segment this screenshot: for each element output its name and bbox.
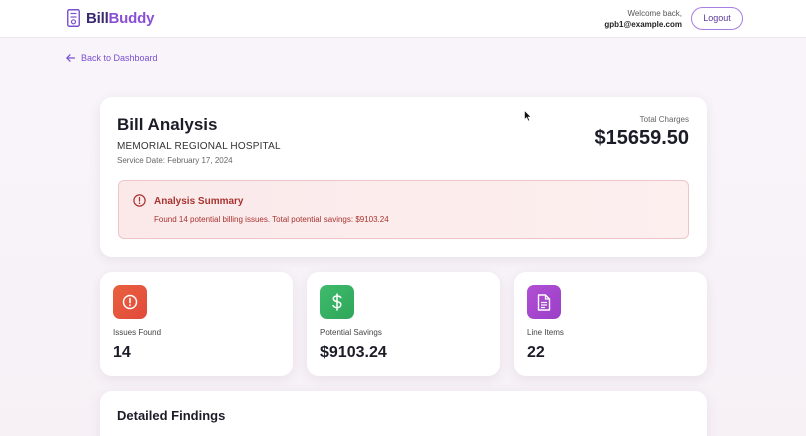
total-charges-value: $15659.50 (594, 127, 689, 149)
detailed-findings-card: Detailed Findings (100, 391, 707, 436)
mouse-cursor-icon (524, 110, 532, 122)
back-to-dashboard-link[interactable]: Back to Dashboard (66, 53, 158, 63)
stat-value: 14 (113, 344, 131, 361)
arrow-left-icon (66, 54, 75, 62)
alert-circle-icon (122, 294, 138, 310)
stat-value: $9103.24 (320, 344, 387, 361)
logo-text-buddy: Buddy (108, 10, 155, 27)
welcome-text: Welcome back, (627, 9, 682, 18)
page-title: Bill Analysis (117, 115, 218, 134)
logout-button[interactable]: Logout (691, 7, 743, 30)
app-logo[interactable]: BillBuddy (86, 10, 154, 27)
summary-title: Analysis Summary (154, 196, 244, 207)
stat-card-line-items: Line Items 22 (514, 272, 707, 376)
provider-name: MEMORIAL REGIONAL HOSPITAL (117, 141, 281, 152)
stat-label: Potential Savings (320, 328, 382, 337)
user-greeting: Welcome back, gpb1@example.com (604, 8, 682, 31)
stat-card-issues: Issues Found 14 (100, 272, 293, 376)
summary-text: Found 14 potential billing issues. Total… (154, 215, 389, 224)
stat-label: Line Items (527, 328, 564, 337)
alert-circle-icon (133, 194, 146, 207)
bill-document-icon (67, 9, 80, 27)
stat-label: Issues Found (113, 328, 162, 337)
service-date: Service Date: February 17, 2024 (117, 156, 233, 165)
bill-analysis-card: Bill Analysis MEMORIAL REGIONAL HOSPITAL… (100, 97, 707, 257)
top-header: BillBuddy Welcome back, gpb1@example.com… (0, 0, 806, 38)
stat-value: 22 (527, 344, 545, 361)
total-charges-label: Total Charges (639, 115, 689, 124)
stat-card-savings: Potential Savings $9103.24 (307, 272, 500, 376)
user-email: gpb1@example.com (604, 20, 682, 29)
dollar-icon (332, 293, 342, 311)
analysis-summary-alert: Analysis Summary Found 14 potential bill… (118, 180, 689, 239)
stat-icon-bg-savings (320, 285, 354, 319)
logo-text-bill: Bill (86, 10, 109, 27)
document-icon (537, 293, 551, 311)
stat-icon-bg-line-items (527, 285, 561, 319)
back-link-label: Back to Dashboard (81, 53, 158, 63)
stat-icon-bg-issues (113, 285, 147, 319)
findings-title: Detailed Findings (117, 408, 226, 423)
